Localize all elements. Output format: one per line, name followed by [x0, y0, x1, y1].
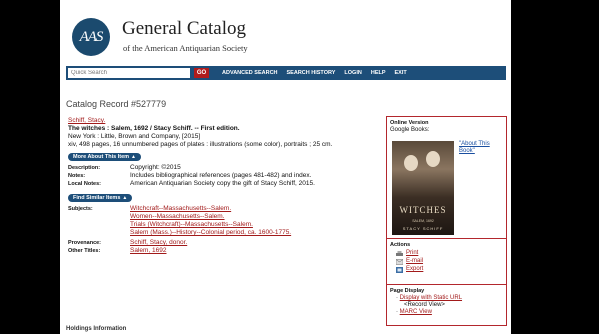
- nav-login[interactable]: LOGIN: [344, 66, 361, 80]
- go-button[interactable]: GO: [194, 68, 209, 78]
- nav-exit[interactable]: EXIT: [395, 66, 407, 80]
- sidebar: Online Version Google Books: WITCHES SAL…: [386, 116, 507, 326]
- other-titles-link[interactable]: Salem, 1692: [130, 247, 167, 254]
- site-header: AAS General Catalog of the American Anti…: [66, 12, 506, 60]
- nav-links: ADVANCED SEARCH SEARCH HISTORY LOGIN HEL…: [222, 66, 407, 80]
- publication-line: New York : Little, Brown and Company, [2…: [68, 133, 201, 140]
- author-link[interactable]: Schiff, Stacy.: [68, 117, 105, 124]
- provenance-link[interactable]: Schiff, Stacy, donor.: [130, 239, 187, 246]
- nav-bar: GO ADVANCED SEARCH SEARCH HISTORY LOGIN …: [66, 66, 506, 80]
- subject-link[interactable]: Salem (Mass.)--History--Colonial period,…: [130, 229, 291, 236]
- mail-icon: [396, 258, 403, 265]
- chevron-up-icon: ▲: [131, 154, 136, 160]
- print-link[interactable]: Print: [406, 250, 418, 257]
- online-version-heading: Online Version: [390, 120, 429, 126]
- description-label: Description:: [68, 165, 101, 171]
- export-action[interactable]: Export: [396, 266, 423, 273]
- description-value: Copyright: ©2015: [130, 164, 181, 171]
- subjects-field: Subjects: Witchcraft--Massachusetts--Sal…: [68, 205, 384, 237]
- cover-figure: [404, 155, 418, 171]
- subjects-list: Witchcraft--Massachusetts--Salem. Women-…: [130, 205, 384, 237]
- nav-advanced-search[interactable]: ADVANCED SEARCH: [222, 66, 278, 80]
- subject-link[interactable]: Witchcraft--Massachusetts--Salem.: [130, 205, 231, 212]
- notes-label: Notes:: [68, 173, 86, 179]
- subject-link[interactable]: Trials (Witchcraft)--Massachusetts--Sale…: [130, 221, 253, 228]
- find-similar-button[interactable]: Find Similar Items ▲: [68, 194, 133, 202]
- cover-subtitle: SALEM, 1692: [412, 219, 434, 223]
- find-similar-label: Find Similar Items: [73, 195, 121, 201]
- actions-heading: Actions: [390, 242, 411, 248]
- export-icon: [396, 266, 403, 273]
- page-display-section: Page Display · Display with Static URL <…: [390, 288, 463, 315]
- actions-section: Actions Print E-mail Export: [390, 242, 423, 273]
- more-about-button[interactable]: More About This Item ▲: [68, 153, 141, 161]
- local-notes-value: American Antiquarian Society copy the gi…: [130, 180, 315, 187]
- quick-search-input[interactable]: [68, 68, 190, 78]
- cover-figure: [426, 151, 440, 167]
- email-link[interactable]: E-mail: [406, 258, 423, 265]
- catalog-page: AAS General Catalog of the American Anti…: [60, 0, 511, 334]
- record-view-label: <Record View>: [404, 302, 445, 308]
- printer-icon: [396, 250, 403, 256]
- cover-title: WITCHES: [399, 205, 447, 215]
- provenance-label: Provenance:: [68, 240, 102, 246]
- provenance-field: Provenance: Schiff, Stacy, donor.: [68, 239, 384, 247]
- site-title: General Catalog: [122, 18, 246, 39]
- email-action[interactable]: E-mail: [396, 258, 423, 265]
- aas-logo[interactable]: AAS: [72, 18, 110, 56]
- page-display-heading: Page Display: [390, 288, 425, 294]
- physical-line: xiv, 498 pages, 16 unnumbered pages of p…: [68, 141, 333, 148]
- online-version-section: Online Version Google Books:: [390, 120, 429, 134]
- record-main: Schiff, Stacy. The witches : Salem, 1692…: [68, 117, 384, 255]
- sidebar-divider: [387, 238, 506, 239]
- marc-view-link[interactable]: MARC View: [400, 309, 432, 315]
- google-books-label: Google Books:: [390, 127, 430, 133]
- title-line: The witches : Salem, 1692 / Stacy Schiff…: [68, 125, 240, 132]
- record-heading: Catalog Record #527779: [66, 99, 167, 109]
- notes-value: Includes bibliographical references (pag…: [130, 172, 312, 179]
- sidebar-divider: [387, 284, 506, 285]
- nav-search-history[interactable]: SEARCH HISTORY: [287, 66, 336, 80]
- local-notes-label: Local Notes:: [68, 181, 102, 187]
- subjects-label: Subjects:: [68, 206, 93, 212]
- notes-field: Notes: Includes bibliographical referenc…: [68, 172, 384, 180]
- print-action[interactable]: Print: [396, 250, 423, 257]
- other-titles-label: Other Titles:: [68, 248, 101, 254]
- cover-author: STACY SCHIFF: [402, 226, 444, 231]
- holdings-heading: Holdings Information: [66, 326, 127, 332]
- static-url-link[interactable]: Display with Static URL: [400, 295, 462, 301]
- book-cover-image[interactable]: WITCHES SALEM, 1692 STACY SCHIFF: [392, 141, 454, 235]
- more-about-label: More About This Item: [73, 154, 130, 160]
- subject-link[interactable]: Women--Massachusetts--Salem.: [130, 213, 225, 220]
- export-link[interactable]: Export: [406, 266, 423, 273]
- nav-help[interactable]: HELP: [371, 66, 386, 80]
- other-titles-field: Other Titles: Salem, 1692: [68, 247, 384, 255]
- description-field: Description: Copyright: ©2015: [68, 164, 384, 172]
- site-subtitle: of the American Antiquarian Society: [123, 43, 248, 53]
- local-notes-field: Local Notes: American Antiquarian Societ…: [68, 180, 384, 188]
- chevron-up-icon: ▲: [122, 195, 128, 201]
- about-this-book-link[interactable]: "About This Book": [459, 141, 490, 154]
